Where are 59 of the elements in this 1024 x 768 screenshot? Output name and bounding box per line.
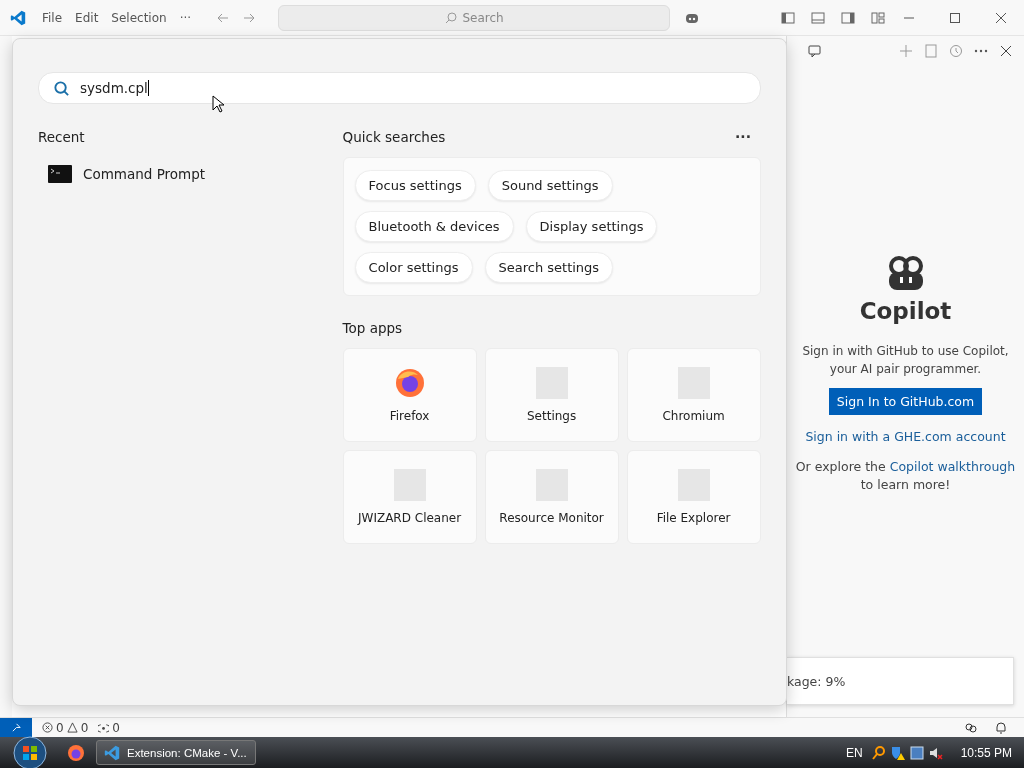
app-tile[interactable]: Resource Monitor [484, 450, 619, 544]
quick-search-chip[interactable]: Display settings [525, 211, 658, 242]
layout-icon[interactable] [810, 9, 826, 26]
quick-searches-heading: Quick searches [342, 129, 446, 145]
layout-icon[interactable] [840, 9, 856, 26]
quick-search-chip[interactable]: Focus settings [354, 170, 476, 201]
menu-item[interactable]: ··· [179, 10, 192, 25]
mouse-pointer-icon [212, 95, 224, 113]
quick-search-chip[interactable]: Color settings [354, 252, 473, 283]
language-indicator[interactable]: EN [845, 745, 863, 760]
app-tile[interactable]: Settings [484, 348, 619, 442]
vscode-logo-icon [9, 8, 27, 27]
explore-text: to learn more! [859, 476, 952, 494]
copilot-description: Sign in with GitHub to use Copilot, your AI pair programmer. [801, 343, 1010, 378]
problems-status[interactable]: 0 0 [42, 720, 89, 735]
clock[interactable]: 10:55 PM [960, 745, 1012, 760]
start-button[interactable] [12, 734, 48, 768]
search-icon [444, 10, 459, 25]
quick-search-chip[interactable]: Sound settings [487, 170, 613, 201]
notification-toast: kage: 9% [787, 657, 1014, 705]
search-field[interactable]: sysdm.cpl [38, 72, 761, 104]
search-icon [53, 79, 70, 97]
sign-in-button[interactable]: Sign In to GitHub.com [828, 388, 983, 415]
layout-icon[interactable] [780, 9, 796, 26]
quick-search-chip[interactable]: Search settings [484, 252, 614, 283]
app-tile[interactable]: Chromium [626, 348, 761, 442]
recent-item[interactable]: Command Prompt [38, 165, 343, 183]
app-tile[interactable]: File Explorer [626, 450, 761, 544]
ghe-sign-in-link[interactable]: Sign in with a GHE.com account [805, 429, 1006, 444]
close-icon[interactable] [995, 11, 1007, 24]
walkthrough-link[interactable]: Copilot walkthrough [889, 458, 1016, 476]
menu-item[interactable]: File [42, 10, 63, 25]
warning-icon [66, 722, 78, 733]
bell-icon[interactable] [994, 720, 1008, 735]
menu-item[interactable]: Edit [75, 10, 99, 25]
chat-icon[interactable] [807, 43, 823, 59]
ports-status[interactable]: 0 [98, 720, 120, 735]
accounts-icon[interactable] [964, 720, 978, 735]
explore-text: Or explore the [795, 458, 886, 476]
remote-icon [10, 722, 22, 733]
quick-search-chip[interactable]: Bluetooth & devices [354, 211, 514, 242]
app-tile[interactable]: JWIZARD Cleaner [342, 450, 477, 544]
shield-warning-icon[interactable] [889, 744, 906, 761]
menu-item[interactable]: Selection [111, 10, 167, 25]
magnifier-icon[interactable] [870, 744, 887, 761]
browser-icon [393, 367, 426, 399]
terminal-icon [48, 165, 72, 183]
layout-icon[interactable] [870, 9, 886, 26]
maximize-icon[interactable] [949, 11, 961, 24]
error-icon [42, 722, 53, 733]
browser-icon[interactable] [66, 742, 86, 763]
more-button[interactable]: ··· [735, 129, 751, 145]
top-apps-heading: Top apps [342, 320, 404, 336]
vscode-logo-icon [103, 743, 121, 762]
taskbar-window-button[interactable]: Extension: CMake - V... [96, 740, 256, 765]
close-icon[interactable] [998, 43, 1014, 59]
recent-heading: Recent [38, 129, 86, 145]
app-tile[interactable]: Firefox [342, 348, 477, 442]
copilot-title: Copilot [859, 298, 952, 324]
